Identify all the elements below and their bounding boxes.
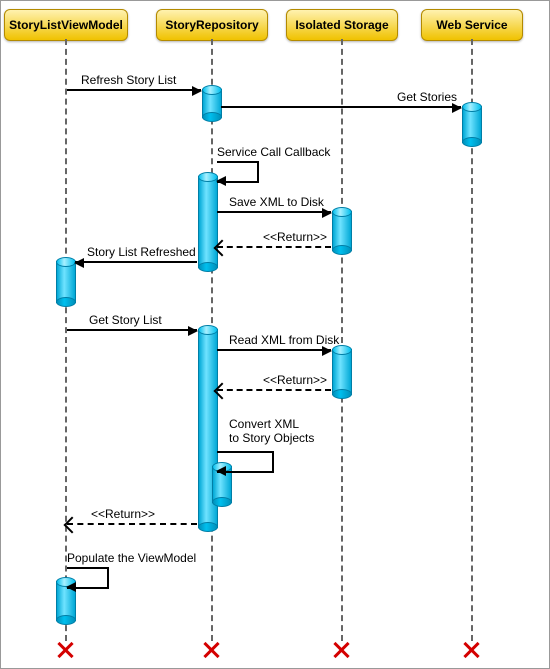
participant-storyrepository: StoryRepository (156, 9, 268, 41)
activation-bar (56, 261, 76, 303)
message-label: Service Call Callback (217, 145, 330, 159)
participant-webservice: Web Service (421, 9, 523, 41)
message-label: Populate the ViewModel (67, 551, 196, 565)
message-label: Read XML from Disk (229, 333, 339, 347)
message-return (217, 389, 331, 391)
message-label: Save XML to Disk (229, 195, 324, 209)
message-save-xml (217, 211, 331, 213)
arrowhead-icon (188, 326, 198, 336)
message-return (67, 523, 197, 525)
destroy-icon (462, 641, 480, 659)
message-label: <<Return>> (263, 373, 327, 387)
lifeline-p2 (341, 39, 343, 641)
participant-storylistviewmodel: StoryListViewModel (4, 9, 128, 41)
arrowhead-icon (216, 466, 226, 476)
activation-bar (198, 176, 218, 268)
message-label: Get Stories (397, 90, 457, 104)
message-story-list-refreshed (75, 261, 197, 263)
participant-isolatedstorage: Isolated Storage (286, 9, 398, 41)
arrowhead-icon (452, 103, 462, 113)
arrowhead-icon (66, 582, 76, 592)
message-return (217, 246, 331, 248)
message-convert-xml (217, 451, 274, 473)
message-refresh-story-list (67, 89, 201, 91)
activation-bar (332, 211, 352, 251)
arrowhead-icon (216, 176, 226, 186)
message-label: Story List Refreshed (87, 245, 196, 259)
message-label: Get Story List (89, 313, 162, 327)
activation-bar (332, 349, 352, 395)
destroy-icon (202, 641, 220, 659)
message-label: Convert XML to Story Objects (229, 417, 314, 445)
arrowhead-icon (192, 86, 202, 96)
arrowhead-icon (322, 208, 332, 218)
activation-bar (202, 89, 222, 118)
sequence-diagram: { "diagram": { "type": "sequence", "part… (0, 0, 550, 669)
arrowhead-icon (322, 346, 332, 356)
destroy-icon (56, 641, 74, 659)
activation-bar (462, 106, 482, 143)
destroy-icon (332, 641, 350, 659)
message-label: Refresh Story List (81, 73, 176, 87)
message-label: <<Return>> (91, 507, 155, 521)
message-read-xml (217, 349, 331, 351)
arrowhead-icon (74, 258, 84, 268)
message-label: <<Return>> (263, 230, 327, 244)
message-populate-viewmodel (67, 567, 109, 589)
message-get-stories (221, 106, 461, 108)
message-service-call-callback (217, 161, 259, 183)
message-get-story-list (67, 329, 197, 331)
